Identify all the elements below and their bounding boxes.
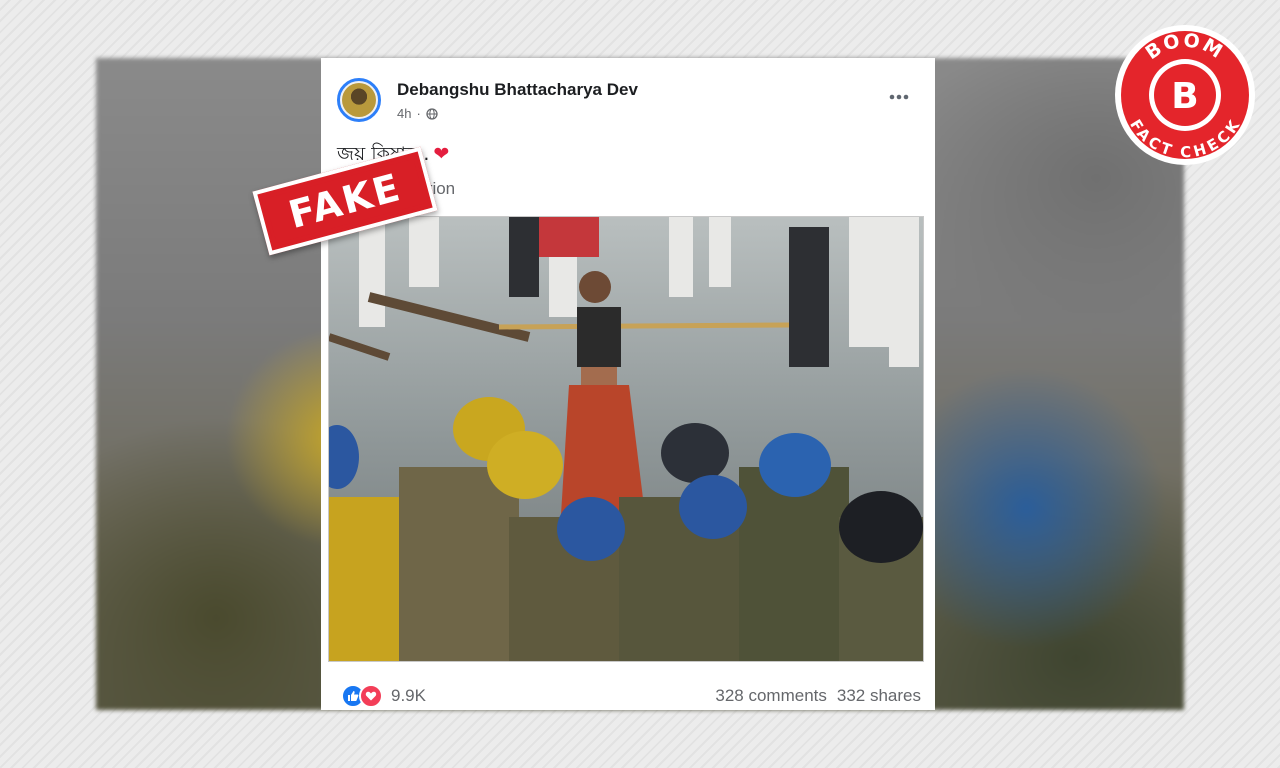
separator: ·: [416, 106, 421, 121]
globe-icon: [426, 107, 438, 120]
boom-fact-check-badge: BOOM FACT CHECK B: [1115, 25, 1255, 165]
engagement-stats: 328 comments 332 shares: [715, 686, 921, 706]
love-reaction-icon: [359, 684, 383, 708]
post-meta: 4h ·: [397, 106, 438, 121]
post-header: Debangshu Bhattacharya Dev 4h ·: [335, 76, 921, 132]
protest-photo-illustration: [329, 217, 923, 661]
more-options-icon[interactable]: [887, 90, 911, 104]
author-avatar[interactable]: [337, 78, 381, 122]
heart-emoji: ❤: [433, 143, 450, 165]
post-photo[interactable]: [328, 216, 924, 662]
badge-letter: B: [1171, 76, 1198, 117]
reactions-summary[interactable]: 9.9K: [341, 684, 426, 708]
comments-count[interactable]: 328 comments: [715, 686, 827, 706]
reaction-count: 9.9K: [391, 686, 426, 705]
author-name[interactable]: Debangshu Bhattacharya Dev: [397, 80, 638, 100]
shares-count[interactable]: 332 shares: [837, 686, 921, 706]
post-time[interactable]: 4h: [397, 106, 411, 121]
